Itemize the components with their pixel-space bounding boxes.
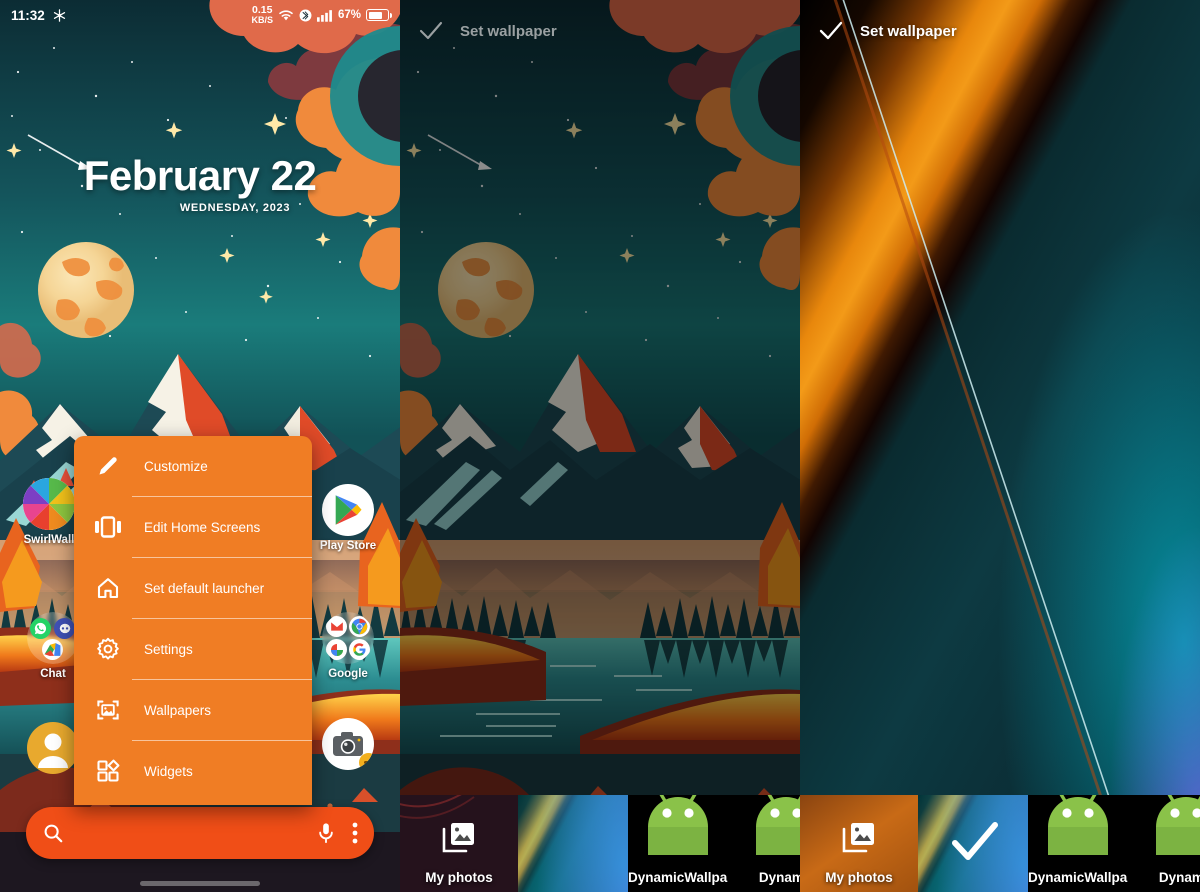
wallpaper-selected-panel: Set wallpaper My photos DynamicWallpa Dy… — [800, 0, 1200, 892]
play-store-icon — [322, 484, 374, 536]
menu-item-wallpapers[interactable]: Wallpapers — [74, 680, 312, 740]
my-photos-label: My photos — [425, 870, 493, 885]
widget-date: February 22 — [83, 152, 317, 199]
android-robot-icon — [648, 795, 708, 855]
folder-google[interactable]: Google — [317, 612, 379, 680]
folder-label-google: Google — [328, 668, 368, 680]
google-icon — [349, 639, 370, 660]
android-robot-icon — [1156, 795, 1200, 855]
selected-check-icon — [952, 821, 998, 868]
menu-label-edit-home-screens: Edit Home Screens — [144, 519, 261, 535]
menu-item-customize[interactable]: Customize — [74, 436, 312, 496]
tray-item-my-photos[interactable]: My photos — [400, 795, 518, 892]
menu-item-settings[interactable]: Settings — [74, 619, 312, 679]
menu-label-wallpapers: Wallpapers — [144, 702, 212, 718]
tray-item-dynamic-wallpaper-2[interactable]: Dynamic — [728, 795, 800, 892]
network-speed: 0.15 KB/S — [251, 4, 273, 25]
android-robot-icon — [1048, 795, 1108, 855]
app-label-swirlwall: SwirlWall — [23, 534, 75, 546]
picker-dim-overlay — [400, 0, 800, 892]
status-bar-left: 11:32 — [11, 8, 67, 23]
tray-item-wallpaper-thumb[interactable] — [518, 795, 628, 892]
status-bar: 11:32 0.15 KB/S 67% — [0, 0, 400, 30]
wallpaper-picker-panel: Set wallpaper My photos DynamicWallpa Dy… — [400, 0, 800, 892]
app-label-play-store: Play Store — [319, 540, 377, 552]
bluetooth-icon — [299, 9, 312, 21]
gear-icon — [88, 637, 128, 661]
swirlwall-icon — [23, 478, 75, 530]
snowflake-icon — [53, 8, 65, 22]
messenger-icon — [54, 618, 75, 639]
set-wallpaper-header[interactable]: Set wallpaper — [400, 0, 800, 62]
tray-item-my-photos[interactable]: My photos — [800, 795, 918, 892]
more-vertical-icon[interactable] — [352, 822, 358, 844]
cellular-signal-icon — [316, 9, 332, 22]
selected-wallpaper-preview — [800, 0, 1200, 892]
screenshot-stage: 11:32 0.15 KB/S 67% February 22 WEDNESDA… — [0, 0, 1200, 892]
contacts-icon — [27, 722, 79, 774]
widgets-grid-icon — [88, 759, 128, 783]
battery-icon — [366, 9, 392, 21]
home-screen-panel: 11:32 0.15 KB/S 67% February 22 WEDNESDA… — [0, 0, 400, 892]
whatsapp-icon — [30, 618, 51, 639]
app-icon-swirlwall[interactable]: SwirlWall — [18, 478, 80, 546]
wallpaper-thumb-preview — [518, 795, 628, 892]
status-clock: 11:32 — [11, 7, 45, 23]
image-frame-icon — [88, 698, 128, 722]
set-wallpaper-header[interactable]: Set wallpaper — [800, 0, 1200, 62]
app-icon-camera[interactable] — [317, 718, 379, 770]
microphone-icon[interactable] — [316, 822, 336, 844]
camera-badge-icon — [359, 753, 374, 770]
google-folder-icon — [322, 612, 374, 664]
maps-icon — [42, 639, 63, 660]
menu-label-settings: Settings — [144, 641, 193, 657]
home-screens-icon — [88, 516, 128, 538]
tray-item-wallpaper-thumb-selected[interactable] — [918, 795, 1028, 892]
wallpaper-tray: My photos DynamicWallpap.. — [800, 795, 1200, 892]
widget-weekday-year: WEDNESDAY, 2023 — [179, 202, 291, 214]
chat-folder-icon — [27, 612, 79, 664]
dynamic-wallpaper-label-2: Dynamic — [758, 870, 800, 885]
chrome-icon — [349, 616, 370, 637]
camera-icon — [322, 718, 374, 770]
dynamic-wallpaper-label-1: DynamicWallpap.. — [1028, 870, 1128, 885]
android-robot-icon — [756, 795, 800, 855]
menu-item-set-default-launcher[interactable]: Set default launcher — [74, 558, 312, 618]
photo-library-icon — [442, 821, 476, 858]
app-icon-play-store[interactable]: Play Store — [317, 484, 379, 552]
wifi-icon — [279, 10, 293, 21]
search-bar[interactable] — [26, 807, 374, 859]
dynamic-wallpaper-label-2: Dynamic — [1158, 870, 1200, 885]
battery-percent-label: 67% — [337, 9, 361, 21]
menu-label-widgets: Widgets — [144, 763, 193, 779]
clock-date-widget[interactable]: February 22 WEDNESDAY, 2023 — [0, 152, 400, 214]
house-icon — [88, 576, 128, 600]
selected-wallpaper-artwork — [833, 0, 1200, 892]
menu-label-customize: Customize — [144, 458, 208, 474]
my-photos-label: My photos — [825, 870, 893, 885]
dynamic-wallpaper-label-1: DynamicWallpap.. — [628, 870, 728, 885]
menu-label-set-default-launcher: Set default launcher — [144, 580, 265, 596]
tray-item-dynamic-wallpaper-1[interactable]: DynamicWallpap.. — [1028, 795, 1128, 892]
tray-item-dynamic-wallpaper-2[interactable]: Dynamic — [1128, 795, 1200, 892]
check-icon[interactable] — [818, 18, 844, 44]
navigation-hint-bar — [140, 881, 260, 886]
tray-item-dynamic-wallpaper-1[interactable]: DynamicWallpap.. — [628, 795, 728, 892]
photo-library-icon — [842, 821, 876, 858]
status-bar-right: 0.15 KB/S 67% — [251, 4, 392, 25]
wallpaper-tray: My photos DynamicWallpap.. — [400, 795, 800, 892]
set-wallpaper-title: Set wallpaper — [460, 22, 557, 40]
menu-item-widgets[interactable]: Widgets — [74, 741, 312, 801]
check-icon[interactable] — [418, 18, 444, 44]
photos-icon — [326, 639, 347, 660]
search-icon[interactable] — [42, 822, 64, 844]
menu-item-edit-home-screens[interactable]: Edit Home Screens — [74, 497, 312, 557]
gmail-icon — [326, 616, 347, 637]
pencil-icon — [88, 454, 128, 478]
home-context-menu: Customize Edit Home Screens Set default … — [74, 436, 312, 805]
set-wallpaper-title: Set wallpaper — [860, 22, 957, 40]
